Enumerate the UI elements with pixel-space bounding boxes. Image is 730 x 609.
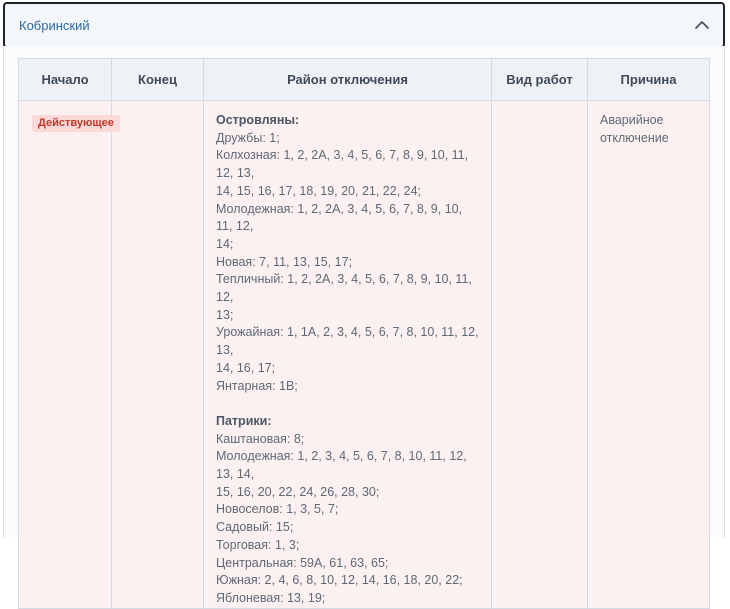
header-reason: Причина xyxy=(587,58,710,101)
area-title: Островляны: xyxy=(216,113,300,127)
header-end: Конец xyxy=(111,58,204,101)
street-line: Тепличный: 1, 2, 2А, 3, 4, 5, 6, 7, 8, 9… xyxy=(216,272,472,305)
cell-end xyxy=(111,100,204,609)
street-line: Новая: 7, 11, 13, 15, 17; xyxy=(216,254,353,269)
street-line: Садовый: 15; xyxy=(216,520,294,535)
table-header-row: Начало Конец Район отключения Вид работ … xyxy=(18,58,710,101)
street-line: Центральная: 59А, 61, 63, 65; xyxy=(216,555,389,570)
accordion-header[interactable]: Кобринский xyxy=(3,2,725,48)
outage-table: Начало Конец Район отключения Вид работ … xyxy=(18,58,710,609)
street-line: Торговая: 1, 3; xyxy=(216,537,300,552)
outage-page: Кобринский Начало Конец Район отключения… xyxy=(0,0,730,609)
cell-reason: Аварийное отключение xyxy=(587,100,710,609)
street-line: Яблоневая: 13, 19; xyxy=(216,590,326,605)
street-line: 14, 16, 17; xyxy=(216,360,276,375)
area-block: Патрики: Каштановая: 8; Молодежная: 1, 2… xyxy=(216,413,481,608)
street-line: Урожайная: 1, 1А, 2, 3, 4, 5, 6, 7, 8, 1… xyxy=(216,325,479,358)
cell-start: Действующее xyxy=(18,100,120,609)
street-line: Янтарная: 1В; xyxy=(216,378,298,393)
area-title: Патрики: xyxy=(216,413,272,428)
accordion-title: Кобринский xyxy=(19,18,90,33)
street-line: Дружбы: 1; xyxy=(216,130,280,145)
street-line: Каштановая: 8; xyxy=(216,431,305,446)
chevron-up-icon[interactable] xyxy=(693,16,711,34)
street-line: Южная: 2, 4, 6, 8, 10, 12, 14, 16, 18, 2… xyxy=(216,573,463,588)
street-line: 14; xyxy=(216,236,234,251)
street-line: Новоселов: 1, 3, 5, 7; xyxy=(216,502,339,517)
status-badge: Действующее xyxy=(32,115,120,132)
street-line: 13; xyxy=(216,307,234,322)
table-row: Действующее Островляны: Дружбы: 1; Колхо… xyxy=(18,100,710,609)
header-area: Район отключения xyxy=(203,58,492,101)
header-start: Начало xyxy=(18,58,112,101)
street-line: 14, 15, 16, 17, 18, 19, 20, 21, 22, 24; xyxy=(216,183,422,198)
street-line: Молодежная: 1, 2, 3, 4, 5, 6, 7, 8, 10, … xyxy=(216,449,467,482)
area-block: Островляны: Дружбы: 1; Колхозная: 1, 2, … xyxy=(216,112,481,395)
cell-work-type xyxy=(491,100,588,609)
header-work-type: Вид работ xyxy=(491,58,588,101)
street-line: Колхозная: 1, 2, 2А, 3, 4, 5, 6, 7, 8, 9… xyxy=(216,148,469,181)
street-line: Молодежная: 1, 2, 2А, 3, 4, 5, 6, 7, 8, … xyxy=(216,201,463,234)
cell-area: Островляны: Дружбы: 1; Колхозная: 1, 2, … xyxy=(203,100,492,609)
street-line: 15, 16, 20, 22, 24, 26, 28, 30; xyxy=(216,484,380,499)
